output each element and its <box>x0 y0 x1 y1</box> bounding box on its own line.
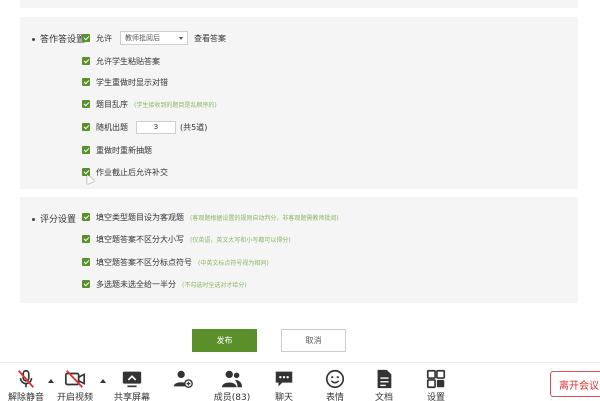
start-video-button[interactable]: 开启视频 <box>50 368 100 401</box>
share-screen-label: 共享屏幕 <box>113 393 150 401</box>
members-icon <box>221 370 243 388</box>
redraw-label: 重做时重新抽题 <box>96 145 152 155</box>
random-questions-checkbox[interactable] <box>82 123 90 131</box>
chevron-down-icon <box>179 36 183 40</box>
bullet-dot <box>32 38 35 41</box>
fill-objective-hint: (客观题根据设置的规则自动判分，非客观题需教师批阅) <box>190 214 339 222</box>
redraw-checkbox[interactable] <box>82 146 90 154</box>
camera-off-icon <box>65 370 85 388</box>
meeting-toolbar: 解除静音 开启视频 共享屏幕 成员(83) 聊天 表情 文档 设置 <box>0 362 600 401</box>
emoji-button[interactable]: 表情 <box>310 368 360 401</box>
members-label: 成员(83) <box>213 393 251 401</box>
allow-view-answer-checkbox[interactable] <box>82 34 90 42</box>
case-insensitive-label: 填空题答案不区分大小写 <box>96 234 184 244</box>
apps-icon <box>426 369 446 389</box>
chevron-up-icon[interactable] <box>100 379 106 383</box>
late-submit-label: 作业截止后允许补交 <box>96 167 168 177</box>
allow-paste-label: 允许学生粘贴答案 <box>96 56 160 66</box>
settings-panel-top <box>20 0 578 8</box>
fill-objective-label: 填空类型题目设为客观题 <box>96 212 184 222</box>
view-answer-timing-select[interactable]: 教师批阅后 <box>120 31 188 45</box>
punctuation-hint: (中英文标点符号视为相同) <box>198 259 269 267</box>
document-label: 文档 <box>374 393 393 401</box>
unmute-button[interactable]: 解除静音 <box>1 368 51 401</box>
select-value: 教师批阅后 <box>125 34 160 42</box>
chat-icon <box>275 371 293 387</box>
show-correctness-checkbox[interactable] <box>82 78 90 86</box>
share-screen-button[interactable]: 共享屏幕 <box>107 368 157 401</box>
random-count-input[interactable]: 3 <box>136 120 176 134</box>
score-settings-panel: 评分设置 填空类型题目设为客观题 (客观题根据设置的规则自动判分，非客观题需教师… <box>20 197 578 303</box>
bullet-dot <box>32 218 35 221</box>
random-questions-label: 随机出题 <box>96 122 128 132</box>
submit-button[interactable]: 发布 <box>192 329 257 352</box>
members-button[interactable]: 成员(83) <box>207 368 257 401</box>
shuffle-questions-label: 题目乱序 <box>96 99 128 109</box>
allow-paste-checkbox[interactable] <box>82 57 90 65</box>
leave-meeting-button[interactable]: 离开会议 <box>550 371 600 397</box>
mic-muted-icon <box>17 369 35 388</box>
shuffle-questions-hint: (学生接收到的题目是乱顺序的) <box>134 101 217 109</box>
start-video-label: 开启视频 <box>56 393 93 401</box>
random-count-total: (共5道) <box>180 122 208 132</box>
partial-multi-hint: (不勾选时全选对才给分) <box>182 281 247 289</box>
fill-objective-checkbox[interactable] <box>82 213 90 221</box>
document-icon <box>377 369 392 389</box>
random-questions-row: 随机出题 3 (共5道) <box>82 120 208 134</box>
partial-multi-label: 多选题未选全给一半分 <box>96 279 176 289</box>
score-settings-label: 评分设置 <box>32 212 76 225</box>
fill-objective-row: 填空类型题目设为客观题 (客观题根据设置的规则自动判分，非客观题需教师批阅) <box>82 211 339 223</box>
case-insensitive-hint: (仅英语，英文大写和小写都可以得分) <box>190 236 291 244</box>
answer-settings-label: 答作答设置 <box>32 32 85 45</box>
manage-members-button[interactable] <box>158 368 208 393</box>
case-insensitive-row: 填空题答案不区分大小写 (仅英语，英文大写和小写都可以得分) <box>82 233 291 245</box>
page: 答作答设置 允许 教师批阅后 查看答案 允许学生粘贴答案 学生重做时显示对错 题… <box>0 0 600 401</box>
emoji-icon <box>325 369 345 389</box>
shuffle-questions-checkbox[interactable] <box>82 100 90 108</box>
unmute-label: 解除静音 <box>7 393 44 401</box>
punctuation-row: 填空题答案不区分标点符号 (中英文标点符号视为相同) <box>82 256 269 268</box>
manage-member-icon <box>173 370 193 388</box>
allow-view-answer-row: 允许 教师批阅后 查看答案 <box>82 31 226 45</box>
late-submit-row: 作业截止后允许补交 <box>82 166 168 178</box>
redraw-row: 重做时重新抽题 <box>82 144 152 156</box>
settings-button[interactable]: 设置 <box>411 368 461 401</box>
share-screen-icon <box>122 371 142 388</box>
answer-settings-panel: 答作答设置 允许 教师批阅后 查看答案 允许学生粘贴答案 学生重做时显示对错 题… <box>20 17 578 189</box>
punctuation-label: 填空题答案不区分标点符号 <box>96 257 192 267</box>
view-answer-suffix: 查看答案 <box>194 33 226 43</box>
shuffle-questions-row: 题目乱序 (学生接收到的题目是乱顺序的) <box>82 98 217 110</box>
show-correctness-label: 学生重做时显示对错 <box>96 77 168 87</box>
chat-label: 聊天 <box>274 393 293 401</box>
allow-paste-row: 允许学生粘贴答案 <box>82 55 160 67</box>
cancel-button[interactable]: 取消 <box>281 329 346 352</box>
settings-label: 设置 <box>426 393 445 401</box>
document-button[interactable]: 文档 <box>359 368 409 401</box>
partial-multi-checkbox[interactable] <box>82 280 90 288</box>
chat-button[interactable]: 聊天 <box>259 368 309 401</box>
punctuation-checkbox[interactable] <box>82 258 90 266</box>
emoji-label: 表情 <box>325 393 344 401</box>
show-correctness-row: 学生重做时显示对错 <box>82 76 168 88</box>
partial-multi-row: 多选题未选全给一半分 (不勾选时全选对才给分) <box>82 278 247 290</box>
allow-label: 允许 <box>96 33 112 43</box>
case-insensitive-checkbox[interactable] <box>82 235 90 243</box>
